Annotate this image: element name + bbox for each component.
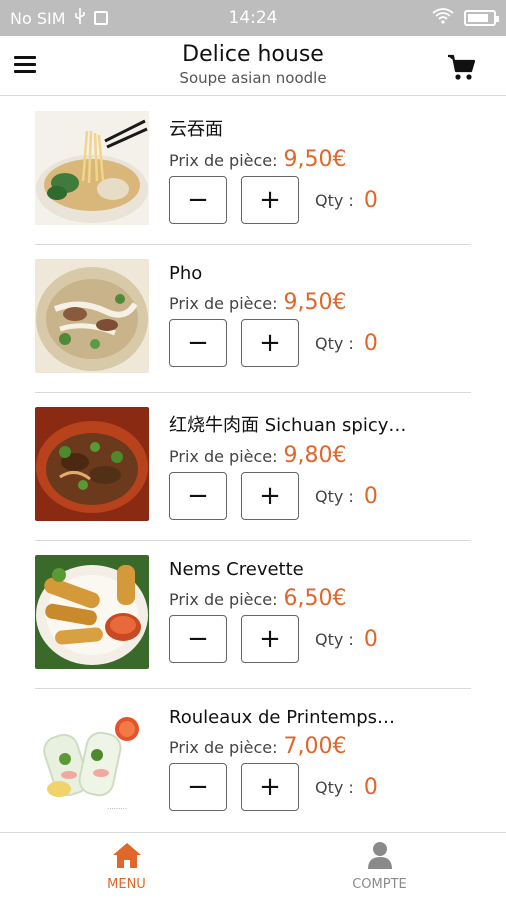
nav-menu-tab[interactable]: MENU [0,833,253,900]
nav-account-tab[interactable]: COMPTE [253,833,506,900]
carrier-text: No SIM [10,8,66,28]
list-item: ········· Rouleaux de Printemps… Prix de… [35,689,471,837]
title-block: Delice house Soupe asian noodle [90,42,416,87]
product-price: 9,80€ [283,443,347,468]
status-right [316,8,499,28]
qty-label: Qty : [315,333,354,353]
usb-icon [74,8,86,28]
list-item: Nems Crevette Prix de pièce: 6,50€ − + Q… [35,541,471,689]
product-image [35,555,149,669]
qty-value: 0 [363,774,378,800]
nav-account-label: COMPTE [352,877,407,892]
product-info: Nems Crevette Prix de pièce: 6,50€ − + Q… [169,559,471,663]
notification-icon [93,11,108,25]
product-name: Nems Crevette [169,559,304,580]
price-label: Prix de pièce: [169,447,278,466]
decrease-button[interactable]: − [169,319,227,367]
price-label: Prix de pièce: [169,294,278,313]
status-bar: No SIM 14:24 [0,0,506,36]
quantity-row: − + Qty : 0 [169,472,471,520]
product-image [35,111,149,225]
page-subtitle: Soupe asian noodle [179,69,327,87]
product-price: 9,50€ [283,290,347,315]
quantity-row: − + Qty : 0 [169,176,471,224]
wifi-icon [432,8,454,28]
product-image: ········· [35,703,149,817]
product-info: Rouleaux de Printemps… Prix de pièce: 7,… [169,707,471,811]
product-image [35,259,149,373]
bottom-nav: MENU COMPTE [0,832,506,900]
page-title: Delice house [182,42,324,67]
status-time: 14:24 [228,8,278,28]
product-price: 6,50€ [283,586,347,611]
product-price: 9,50€ [283,147,347,172]
increase-button[interactable]: + [241,319,299,367]
user-icon [366,841,394,873]
increase-button[interactable]: + [241,472,299,520]
decrease-button[interactable]: − [169,615,227,663]
qty-label: Qty : [315,777,354,797]
product-name: Rouleaux de Printemps… [169,707,396,728]
product-info: 红烧牛肉面 Sichuan spicy… Prix de pièce: 9,80… [169,411,471,520]
increase-button[interactable]: + [241,176,299,224]
product-list: 云吞面 Prix de pièce: 9,50€ − + Qty : 0 Pho… [35,97,471,837]
price-row: Prix de pièce: 6,50€ [169,586,471,611]
qty-value: 0 [363,483,378,509]
product-price: 7,00€ [283,734,347,759]
list-item: 红烧牛肉面 Sichuan spicy… Prix de pièce: 9,80… [35,393,471,541]
decrease-button[interactable]: − [169,472,227,520]
price-label: Prix de pièce: [169,738,278,757]
list-item: Pho Prix de pièce: 9,50€ − + Qty : 0 [35,245,471,393]
increase-button[interactable]: + [241,763,299,811]
app-header: Delice house Soupe asian noodle [0,36,506,96]
price-row: Prix de pièce: 9,50€ [169,290,471,315]
decrease-button[interactable]: − [169,176,227,224]
qty-label: Qty : [315,486,354,506]
svg-text:·········: ········· [107,805,127,813]
product-name: 红烧牛肉面 Sichuan spicy… [169,415,407,436]
battery-icon [464,10,499,26]
nav-menu-label: MENU [107,877,146,892]
cart-icon[interactable] [446,52,476,82]
decrease-button[interactable]: − [169,763,227,811]
price-row: Prix de pièce: 9,50€ [169,147,471,172]
quantity-row: − + Qty : 0 [169,763,471,811]
product-info: Pho Prix de pièce: 9,50€ − + Qty : 0 [169,263,471,367]
quantity-row: − + Qty : 0 [169,319,471,367]
qty-label: Qty : [315,629,354,649]
product-image [35,407,149,521]
hamburger-icon[interactable] [14,56,36,74]
home-icon [111,841,143,873]
battery-level [468,14,488,22]
list-item: 云吞面 Prix de pièce: 9,50€ − + Qty : 0 [35,97,471,245]
product-name: 云吞面 [169,119,223,140]
increase-button[interactable]: + [241,615,299,663]
qty-value: 0 [363,330,378,356]
qty-value: 0 [363,187,378,213]
price-label: Prix de pièce: [169,151,278,170]
price-label: Prix de pièce: [169,590,278,609]
product-name: Pho [169,263,203,284]
status-left: No SIM [10,8,190,28]
qty-value: 0 [363,626,378,652]
product-info: 云吞面 Prix de pièce: 9,50€ − + Qty : 0 [169,115,471,224]
qty-label: Qty : [315,190,354,210]
quantity-row: − + Qty : 0 [169,615,471,663]
price-row: Prix de pièce: 9,80€ [169,443,471,468]
price-row: Prix de pièce: 7,00€ [169,734,471,759]
